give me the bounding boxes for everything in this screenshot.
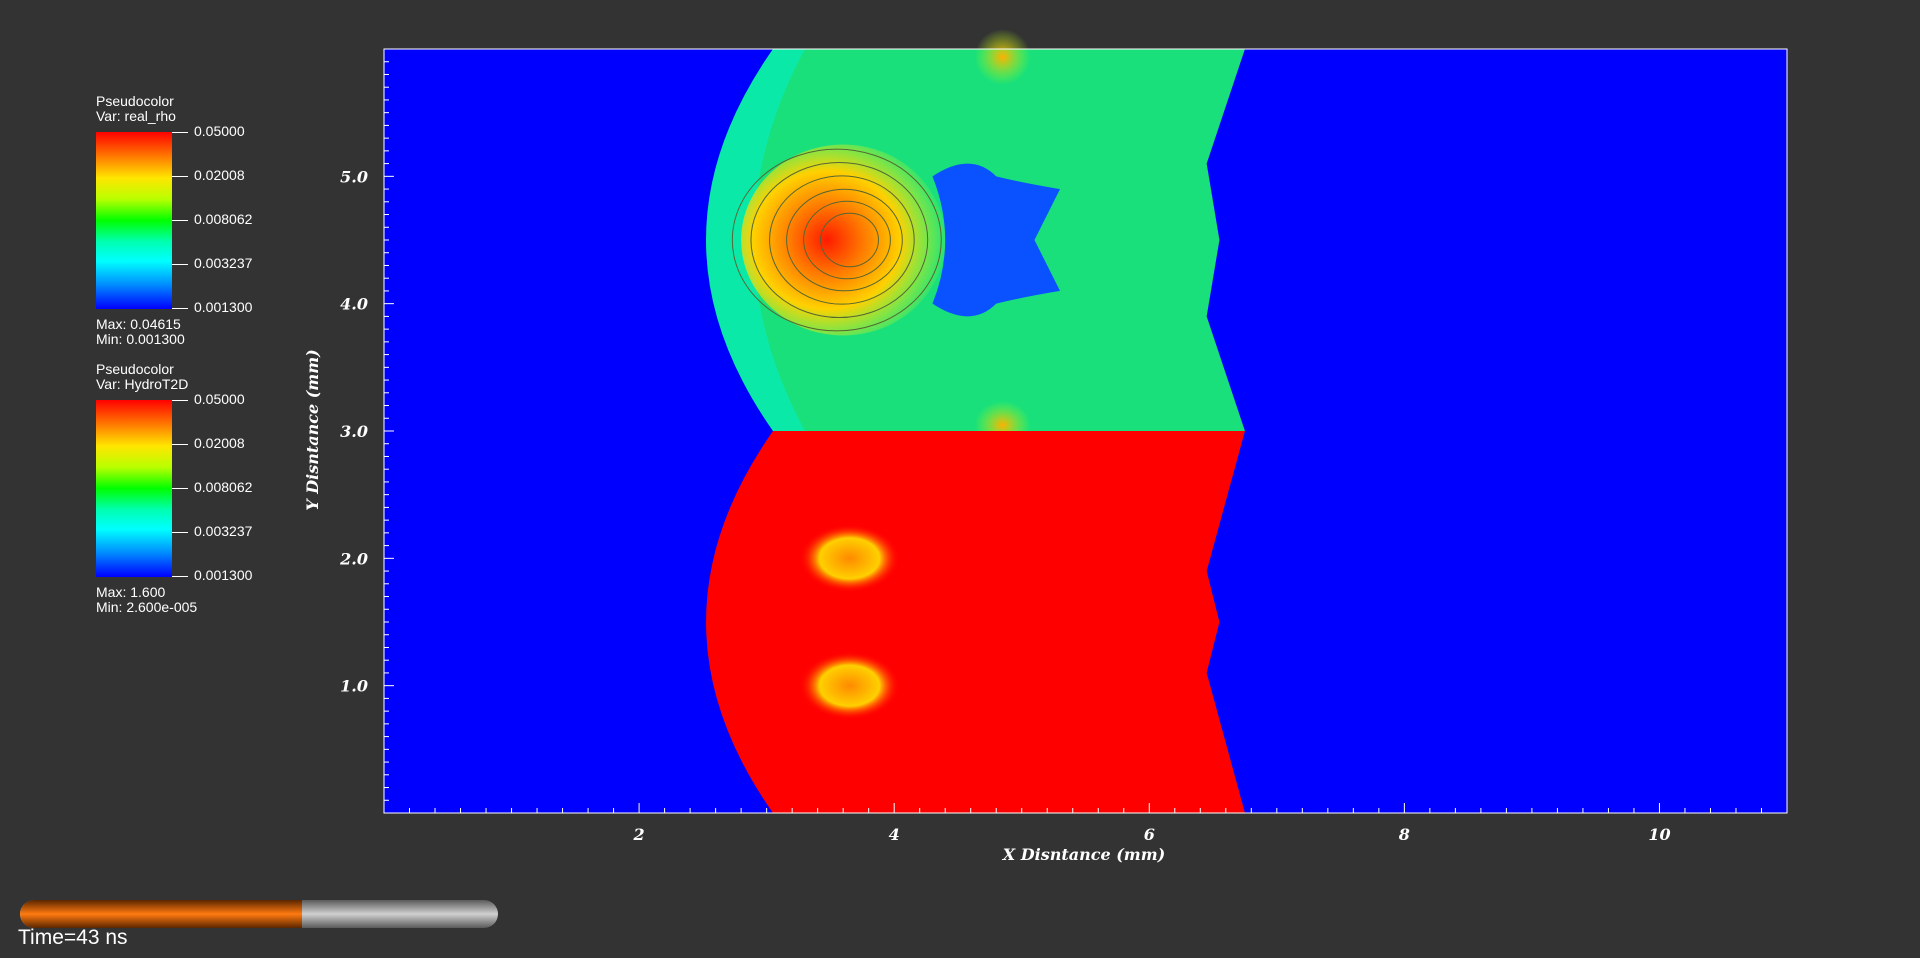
lower-temperature-region	[706, 431, 1245, 813]
y-tick-label: 3.0	[340, 422, 368, 441]
time-progress-bar	[20, 900, 498, 928]
y-axis-label: Y Disntance (mm)	[303, 349, 322, 510]
time-progress-fill	[20, 900, 303, 928]
x-tick-label: 2	[633, 825, 645, 844]
y-tick-label: 5.0	[340, 167, 368, 186]
pseudocolor-plot: 2 4 6 8 10 1.02.03.04.05.0 X Disntance (mm) …	[303, 29, 1788, 864]
warm-spot-lower	[799, 651, 900, 720]
edge-glow-top	[974, 29, 1031, 85]
x-tick-label: 8	[1398, 825, 1410, 844]
y-tick-label: 4.0	[340, 295, 368, 314]
x-tick-label: 10	[1648, 825, 1670, 844]
y-tick-label: 2.0	[339, 549, 368, 568]
x-axis-label: X Disntance (mm)	[1002, 845, 1165, 864]
x-tick-label: 6	[1144, 825, 1155, 844]
time-label: Time=43 ns	[18, 926, 128, 949]
y-tick-label: 1.0	[340, 677, 368, 696]
x-tick-label: 4	[889, 825, 900, 844]
warm-spot-upper	[799, 524, 900, 593]
